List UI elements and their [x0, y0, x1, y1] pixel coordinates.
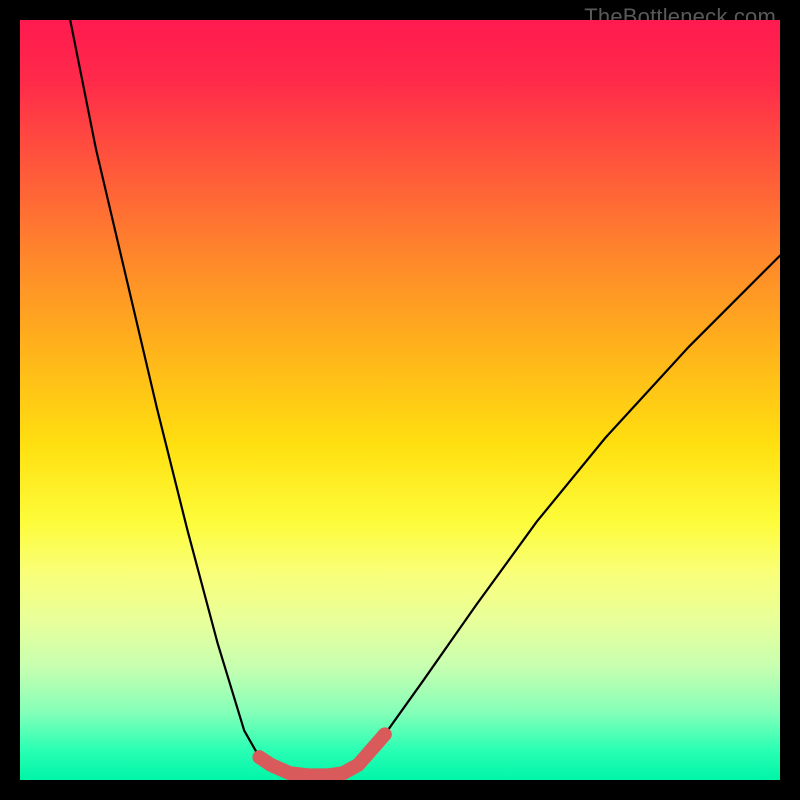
curve-layer [20, 20, 780, 780]
curve-right-branch [358, 256, 780, 765]
curve-accent-bottom [259, 734, 384, 775]
chart-frame: TheBottleneck.com [0, 0, 800, 800]
curve-left-branch [70, 20, 271, 765]
plot-area [20, 20, 780, 780]
